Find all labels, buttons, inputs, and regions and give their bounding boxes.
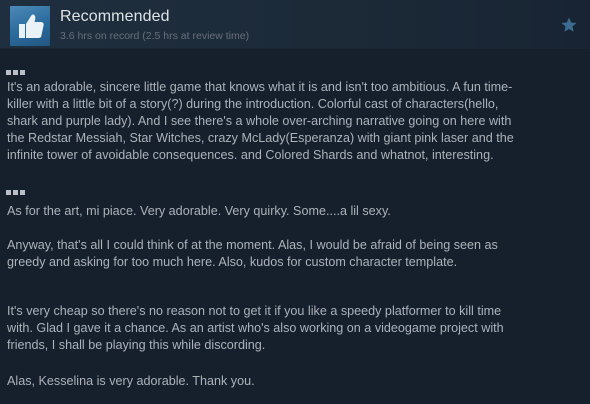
recommendation-title: Recommended: [60, 8, 170, 25]
section-divider: [6, 182, 27, 195]
star-icon[interactable]: [560, 16, 578, 34]
section-divider: [6, 62, 27, 75]
thumbs-up-icon: [10, 6, 50, 46]
review-paragraph: It's very cheap so there's no reason not…: [7, 304, 504, 352]
review-paragraph: Anyway, that's all I could think of at t…: [7, 238, 498, 269]
review-paragraph: As for the art, mi piace. Very adorable.…: [7, 204, 391, 218]
hours-on-record: 3.6 hrs on record (2.5 hrs at review tim…: [60, 30, 250, 42]
review-header: Recommended 3.6 hrs on record (2.5 hrs a…: [0, 0, 590, 49]
review-card: Recommended 3.6 hrs on record (2.5 hrs a…: [0, 0, 590, 404]
review-paragraph: Alas, Kesselina is very adorable. Thank …: [7, 374, 255, 388]
review-paragraph: It's an adorable, sincere little game th…: [7, 80, 514, 162]
